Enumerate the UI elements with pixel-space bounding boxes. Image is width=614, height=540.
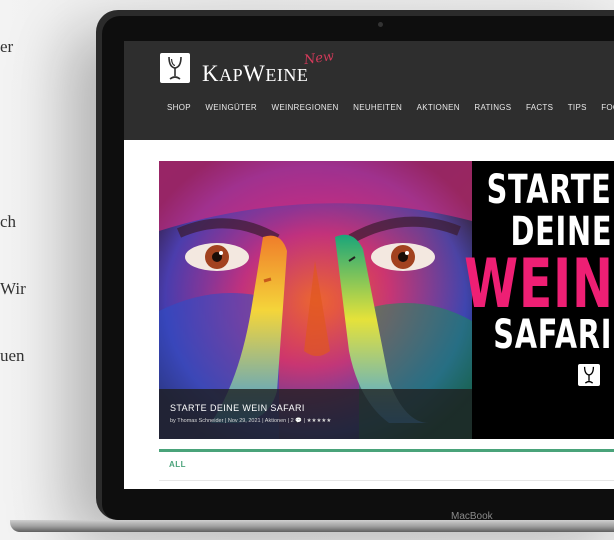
nav-item-ratings[interactable]: RATINGS — [474, 103, 511, 112]
category-tabs: ALL — [159, 449, 614, 481]
nav-item-shop[interactable]: SHOP — [167, 103, 191, 112]
nav-item-weinregionen[interactable]: WEINREGIONEN — [271, 103, 338, 112]
wine-glass-logo-icon — [578, 364, 600, 386]
promo-panel[interactable]: STARTE DEINE WEIN SAFARI — [464, 161, 614, 439]
nav-item-aktionen[interactable]: AKTIONEN — [417, 103, 460, 112]
main-nav: SHOP WEINGÜTER WEINREGIONEN NEUHEITEN AK… — [167, 103, 614, 112]
nav-item-weingueter[interactable]: WEINGÜTER — [205, 103, 257, 112]
site-logo-text[interactable]: KAPWEINE — [202, 61, 308, 87]
side-text-line-3: Wir — [0, 279, 26, 298]
hero-caption: STARTE DEINE WEIN SAFARI by Thomas Schne… — [159, 389, 472, 439]
hero-slider[interactable]: STARTE DEINE WEIN SAFARI by Thomas Schne… — [159, 161, 614, 439]
side-text-line-4: uen — [0, 346, 25, 365]
nav-item-facts[interactable]: FACTS — [526, 103, 553, 112]
side-text-line-1: er — [0, 37, 14, 56]
nav-item-neuheiten[interactable]: NEUHEITEN — [353, 103, 402, 112]
nav-item-food[interactable]: FOOD — [601, 103, 614, 112]
site-header: KAPWEINE New SHOP WEINGÜTER WEINREGIONEN… — [124, 41, 614, 140]
camera-icon — [378, 22, 383, 27]
tab-all[interactable]: ALL — [169, 460, 186, 469]
side-text-line-2: ch — [0, 212, 17, 231]
hero-meta: by Thomas Schneider | Nov 29, 2021 | Akt… — [170, 418, 332, 424]
browser-viewport: KAPWEINE New SHOP WEINGÜTER WEINREGIONEN… — [124, 41, 614, 489]
laptop-base-top — [10, 520, 614, 532]
promo-line-safari: SAFARI — [493, 312, 612, 358]
promo-line-starte: STARTE — [487, 167, 612, 213]
hero-title[interactable]: STARTE DEINE WEIN SAFARI — [170, 403, 305, 413]
nav-item-tips[interactable]: TIPS — [568, 103, 587, 112]
wine-glass-logo-icon[interactable] — [160, 53, 190, 83]
logo-new-badge: New — [303, 48, 336, 69]
laptop-base — [0, 520, 614, 540]
